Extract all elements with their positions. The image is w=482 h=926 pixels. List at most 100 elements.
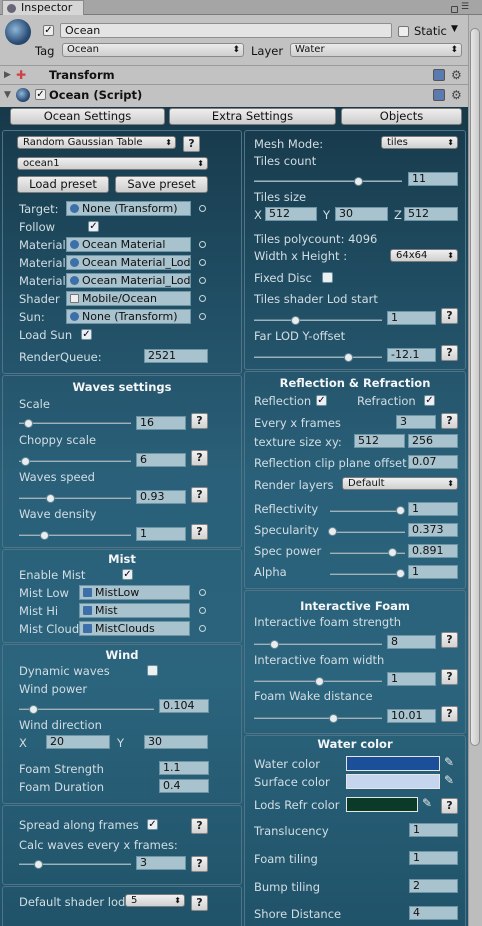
- transform-component-header[interactable]: ▶ ✚ Transform ⚙: [0, 65, 468, 84]
- far-lod-slider-thumb[interactable]: [344, 353, 353, 362]
- script-enabled-checkbox[interactable]: ✓: [35, 89, 46, 100]
- density-field[interactable]: 1: [136, 527, 186, 541]
- object-picker-icon[interactable]: [199, 607, 206, 614]
- spread-checkbox[interactable]: ✓: [147, 819, 158, 830]
- wake-distance-slider[interactable]: [254, 717, 382, 719]
- mist-cloud-field[interactable]: MistClouds: [79, 621, 190, 636]
- calc-slider-thumb[interactable]: [34, 860, 43, 869]
- lod-start-field[interactable]: 1: [387, 311, 436, 325]
- tiles-count-slider-thumb[interactable]: [354, 177, 363, 186]
- preset-dropdown[interactable]: ocean1: [17, 157, 208, 170]
- reflection-checkbox[interactable]: ✓: [316, 395, 327, 406]
- mist-hi-field[interactable]: Mist: [79, 603, 190, 618]
- load-sun-checkbox[interactable]: ✓: [81, 329, 92, 340]
- speed-slider-thumb[interactable]: [46, 494, 55, 503]
- lock-icon[interactable]: [451, 6, 458, 13]
- specularity-slider[interactable]: [330, 531, 405, 533]
- mesh-mode-dropdown[interactable]: tiles: [381, 136, 458, 149]
- menu-icon[interactable]: ☰: [461, 2, 469, 12]
- width-height-dropdown[interactable]: 64x64: [390, 249, 458, 262]
- foam-width-field[interactable]: 1: [387, 672, 436, 686]
- tiles-count-slider[interactable]: [254, 180, 402, 182]
- texture-y-field[interactable]: 256: [408, 434, 458, 448]
- object-name-field[interactable]: Ocean: [60, 23, 392, 38]
- foam-tiling-field[interactable]: 1: [409, 851, 458, 865]
- sun-field[interactable]: None (Transform): [66, 309, 191, 324]
- help-book-icon[interactable]: [433, 69, 445, 81]
- tiles-count-field[interactable]: 11: [408, 172, 458, 186]
- scale-slider-thumb[interactable]: [24, 419, 33, 428]
- specularity-slider-thumb[interactable]: [328, 527, 337, 536]
- load-preset-button[interactable]: Load preset: [17, 176, 109, 193]
- mist-low-field[interactable]: MistLow: [79, 585, 190, 600]
- spec-power-field[interactable]: 0.891: [408, 544, 458, 558]
- material-lod-field[interactable]: Ocean Material_Lod: [66, 255, 191, 270]
- choppy-slider[interactable]: [19, 460, 131, 462]
- texture-x-field[interactable]: 512: [354, 434, 405, 448]
- every-frames-field[interactable]: 3: [396, 415, 436, 429]
- gear-icon[interactable]: ⚙: [451, 89, 462, 101]
- collapse-arrow-icon[interactable]: ▼: [4, 90, 11, 100]
- help-button[interactable]: ?: [191, 856, 208, 872]
- help-button[interactable]: ?: [191, 818, 208, 834]
- scale-slider[interactable]: [19, 422, 131, 424]
- tab-ocean-settings[interactable]: Ocean Settings: [10, 108, 165, 125]
- help-button[interactable]: ?: [441, 345, 458, 361]
- tab-objects[interactable]: Objects: [341, 108, 462, 125]
- speed-slider[interactable]: [19, 497, 131, 499]
- static-dropdown-icon[interactable]: ▼: [451, 24, 458, 34]
- reflectivity-slider-thumb[interactable]: [396, 506, 405, 515]
- choppy-field[interactable]: 6: [136, 453, 186, 467]
- wind-power-slider[interactable]: [19, 708, 154, 710]
- foam-strength-slider-thumb[interactable]: [270, 640, 279, 649]
- eyedropper-icon[interactable]: ✎: [444, 773, 454, 787]
- lods-refr-color-swatch[interactable]: [346, 797, 418, 812]
- help-button[interactable]: ?: [441, 413, 458, 429]
- help-button[interactable]: ?: [441, 798, 458, 814]
- static-checkbox[interactable]: [398, 26, 409, 37]
- calc-field[interactable]: 3: [136, 856, 186, 870]
- spec-power-slider-thumb[interactable]: [388, 548, 397, 557]
- far-lod-field[interactable]: -12.1: [387, 348, 436, 362]
- object-picker-icon[interactable]: [199, 277, 206, 284]
- shore-distance-field[interactable]: 4: [409, 906, 458, 920]
- dynamic-waves-checkbox[interactable]: [147, 665, 158, 676]
- foam-strength-field[interactable]: 8: [387, 635, 436, 649]
- eyedropper-icon[interactable]: ✎: [422, 796, 432, 810]
- inspector-tab[interactable]: Inspector: [2, 0, 84, 15]
- foam-width-slider-thumb[interactable]: [315, 677, 324, 686]
- wind-power-slider-thumb[interactable]: [29, 705, 38, 714]
- object-picker-icon[interactable]: [199, 313, 206, 320]
- wind-x-field[interactable]: 20: [46, 735, 110, 749]
- help-button[interactable]: ?: [183, 136, 200, 152]
- wake-distance-slider-thumb[interactable]: [329, 714, 338, 723]
- render-queue-field[interactable]: 2521: [144, 349, 208, 363]
- save-preset-button[interactable]: Save preset: [115, 176, 208, 193]
- object-picker-icon[interactable]: [199, 589, 206, 596]
- water-color-swatch[interactable]: [346, 756, 440, 771]
- shader-lod-dropdown[interactable]: 5: [125, 894, 185, 907]
- tiles-x-field[interactable]: 512: [265, 207, 317, 221]
- layer-dropdown[interactable]: Water: [290, 43, 462, 57]
- material-field[interactable]: Ocean Material: [66, 237, 191, 252]
- help-button[interactable]: ?: [441, 706, 458, 722]
- refraction-checkbox[interactable]: ✓: [424, 395, 435, 406]
- ocean-script-component-header[interactable]: ▼ ✓ Ocean (Script) ⚙: [0, 84, 468, 107]
- help-button[interactable]: ?: [191, 895, 208, 911]
- tag-dropdown[interactable]: Ocean: [62, 43, 244, 57]
- object-picker-icon[interactable]: [199, 205, 206, 212]
- shader-field[interactable]: Mobile/Ocean: [66, 291, 191, 306]
- follow-checkbox[interactable]: ✓: [88, 221, 99, 232]
- help-button[interactable]: ?: [441, 632, 458, 648]
- help-book-icon[interactable]: [433, 89, 445, 101]
- wake-distance-field[interactable]: 10.01: [387, 709, 436, 723]
- object-picker-icon[interactable]: [199, 241, 206, 248]
- bump-tiling-field[interactable]: 2: [409, 879, 458, 893]
- reflectivity-slider[interactable]: [330, 510, 405, 512]
- active-checkbox[interactable]: ✓: [43, 25, 54, 36]
- tiles-y-field[interactable]: 30: [335, 207, 388, 221]
- translucency-field[interactable]: 1: [409, 823, 458, 837]
- density-slider-thumb[interactable]: [40, 531, 49, 540]
- help-button[interactable]: ?: [441, 669, 458, 685]
- object-picker-icon[interactable]: [199, 625, 206, 632]
